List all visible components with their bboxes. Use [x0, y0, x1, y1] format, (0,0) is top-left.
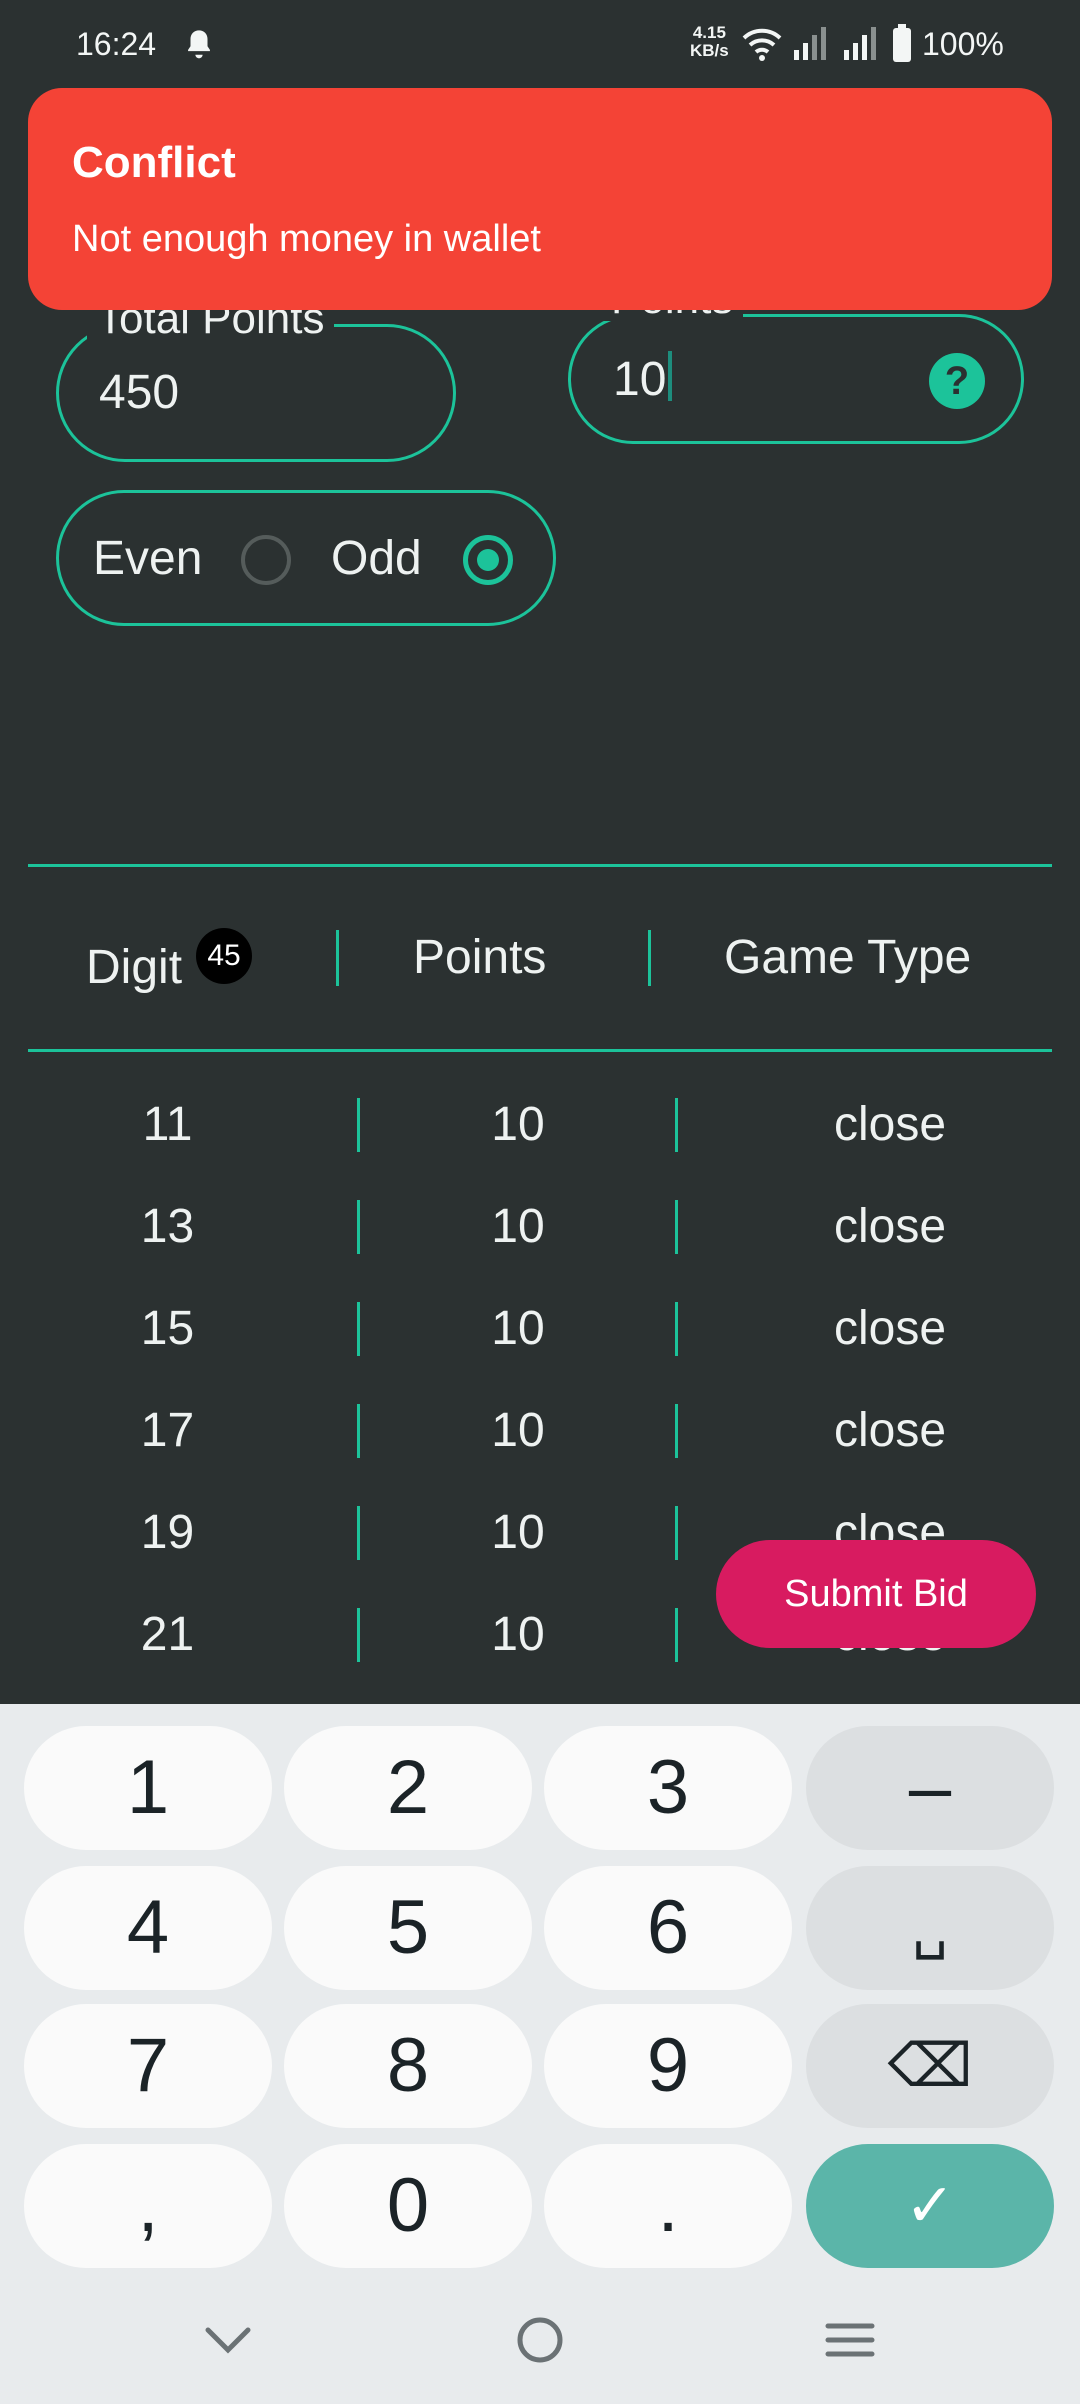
menu-icon[interactable]: [820, 2310, 880, 2370]
row-divider: [675, 1506, 678, 1560]
row-divider: [675, 1608, 678, 1662]
even-radio[interactable]: [241, 535, 291, 585]
key-4[interactable]: 4: [24, 1866, 272, 1990]
row-points: 10: [491, 1506, 545, 1559]
row-digit: 21: [140, 1608, 195, 1661]
header-game-type: Game Type: [724, 931, 972, 984]
row-divider: [357, 1506, 360, 1560]
numeric-keyboard: 1 2 3 – 4 5 6 ␣ 7 8 9 ⌫ , 0 . ✓: [0, 1704, 1080, 2404]
key-1[interactable]: 1: [24, 1726, 272, 1850]
wifi-icon: [742, 28, 782, 61]
network-speed: 4.15 KB/s: [690, 24, 729, 60]
battery-percent: 100%: [922, 26, 1004, 62]
row-digit: 11: [142, 1098, 193, 1151]
even-label: Even: [93, 532, 203, 585]
row-divider: [675, 1302, 678, 1356]
row-points: 10: [491, 1200, 545, 1253]
battery-icon: [893, 24, 911, 62]
table-row: 11 10 close: [0, 1074, 1080, 1176]
table-row: 13 10 close: [0, 1176, 1080, 1278]
key-8[interactable]: 8: [284, 2004, 532, 2128]
row-divider: [357, 1098, 360, 1152]
odd-radio[interactable]: [463, 535, 513, 585]
key-7[interactable]: 7: [24, 2004, 272, 2128]
table-row: 15 10 close: [0, 1278, 1080, 1380]
row-divider: [357, 1302, 360, 1356]
key-3[interactable]: 3: [544, 1726, 792, 1850]
header-divider: [648, 930, 651, 986]
status-bar: 16:24 4.15 KB/s 100%: [0, 0, 1080, 88]
snackbar-title: Conflict: [72, 138, 236, 187]
signal-icon: [794, 27, 826, 60]
home-icon[interactable]: [510, 2310, 570, 2370]
row-points: 10: [491, 1098, 545, 1151]
key-period[interactable]: .: [544, 2144, 792, 2268]
clock: 16:24: [76, 26, 157, 62]
table-header-divider: [28, 1049, 1052, 1052]
points-value-text: 10: [613, 353, 667, 406]
key-9[interactable]: 9: [544, 2004, 792, 2128]
total-points-field: Total Points 450: [56, 297, 456, 462]
row-points: 10: [491, 1302, 545, 1355]
points-value[interactable]: 10: [613, 351, 673, 407]
row-divider: [675, 1098, 678, 1152]
points-input[interactable]: Points 10 ?: [568, 277, 1024, 444]
network-speed-value: 4.15: [692, 23, 726, 42]
even-odd-selector: Even Odd: [56, 490, 556, 626]
row-digit: 15: [140, 1302, 195, 1355]
text-cursor: [668, 351, 673, 401]
row-digit: 13: [140, 1200, 195, 1253]
total-points-value: 450: [99, 366, 180, 419]
odd-label: Odd: [331, 532, 422, 585]
done-key[interactable]: ✓: [806, 2144, 1054, 2268]
key-comma[interactable]: ,: [24, 2144, 272, 2268]
row-game-type: close: [833, 1098, 947, 1151]
row-digit: 17: [140, 1404, 195, 1457]
header-digit: Digit: [86, 941, 183, 994]
network-speed-unit: KB/s: [690, 41, 729, 60]
row-digit: 19: [140, 1506, 195, 1559]
digit-count-badge: 45: [196, 928, 252, 984]
row-game-type: close: [833, 1200, 947, 1253]
signal-icon: [844, 27, 876, 60]
row-points: 10: [491, 1404, 545, 1457]
snackbar-message: Not enough money in wallet: [72, 218, 541, 260]
header-divider: [336, 930, 339, 986]
key-space[interactable]: ␣: [806, 1866, 1054, 1990]
submit-bid-button[interactable]: Submit Bid: [716, 1540, 1036, 1648]
header-points: Points: [413, 931, 547, 984]
key-0[interactable]: 0: [284, 2144, 532, 2268]
row-divider: [357, 1608, 360, 1662]
row-points: 10: [491, 1608, 545, 1661]
row-divider: [675, 1200, 678, 1254]
help-icon[interactable]: ?: [929, 353, 985, 409]
row-divider: [357, 1404, 360, 1458]
error-snackbar[interactable]: Conflict Not enough money in wallet: [28, 88, 1052, 310]
bell-icon: [188, 30, 210, 59]
row-game-type: close: [833, 1404, 947, 1457]
key-2[interactable]: 2: [284, 1726, 532, 1850]
backspace-key[interactable]: ⌫: [806, 2004, 1054, 2128]
key-minus[interactable]: –: [806, 1726, 1054, 1850]
table-top-divider: [28, 864, 1052, 867]
table-row: 17 10 close: [0, 1380, 1080, 1482]
row-divider: [357, 1200, 360, 1254]
key-6[interactable]: 6: [544, 1866, 792, 1990]
collapse-keyboard-icon[interactable]: [198, 2310, 258, 2370]
row-divider: [675, 1404, 678, 1458]
row-game-type: close: [833, 1302, 947, 1355]
key-5[interactable]: 5: [284, 1866, 532, 1990]
